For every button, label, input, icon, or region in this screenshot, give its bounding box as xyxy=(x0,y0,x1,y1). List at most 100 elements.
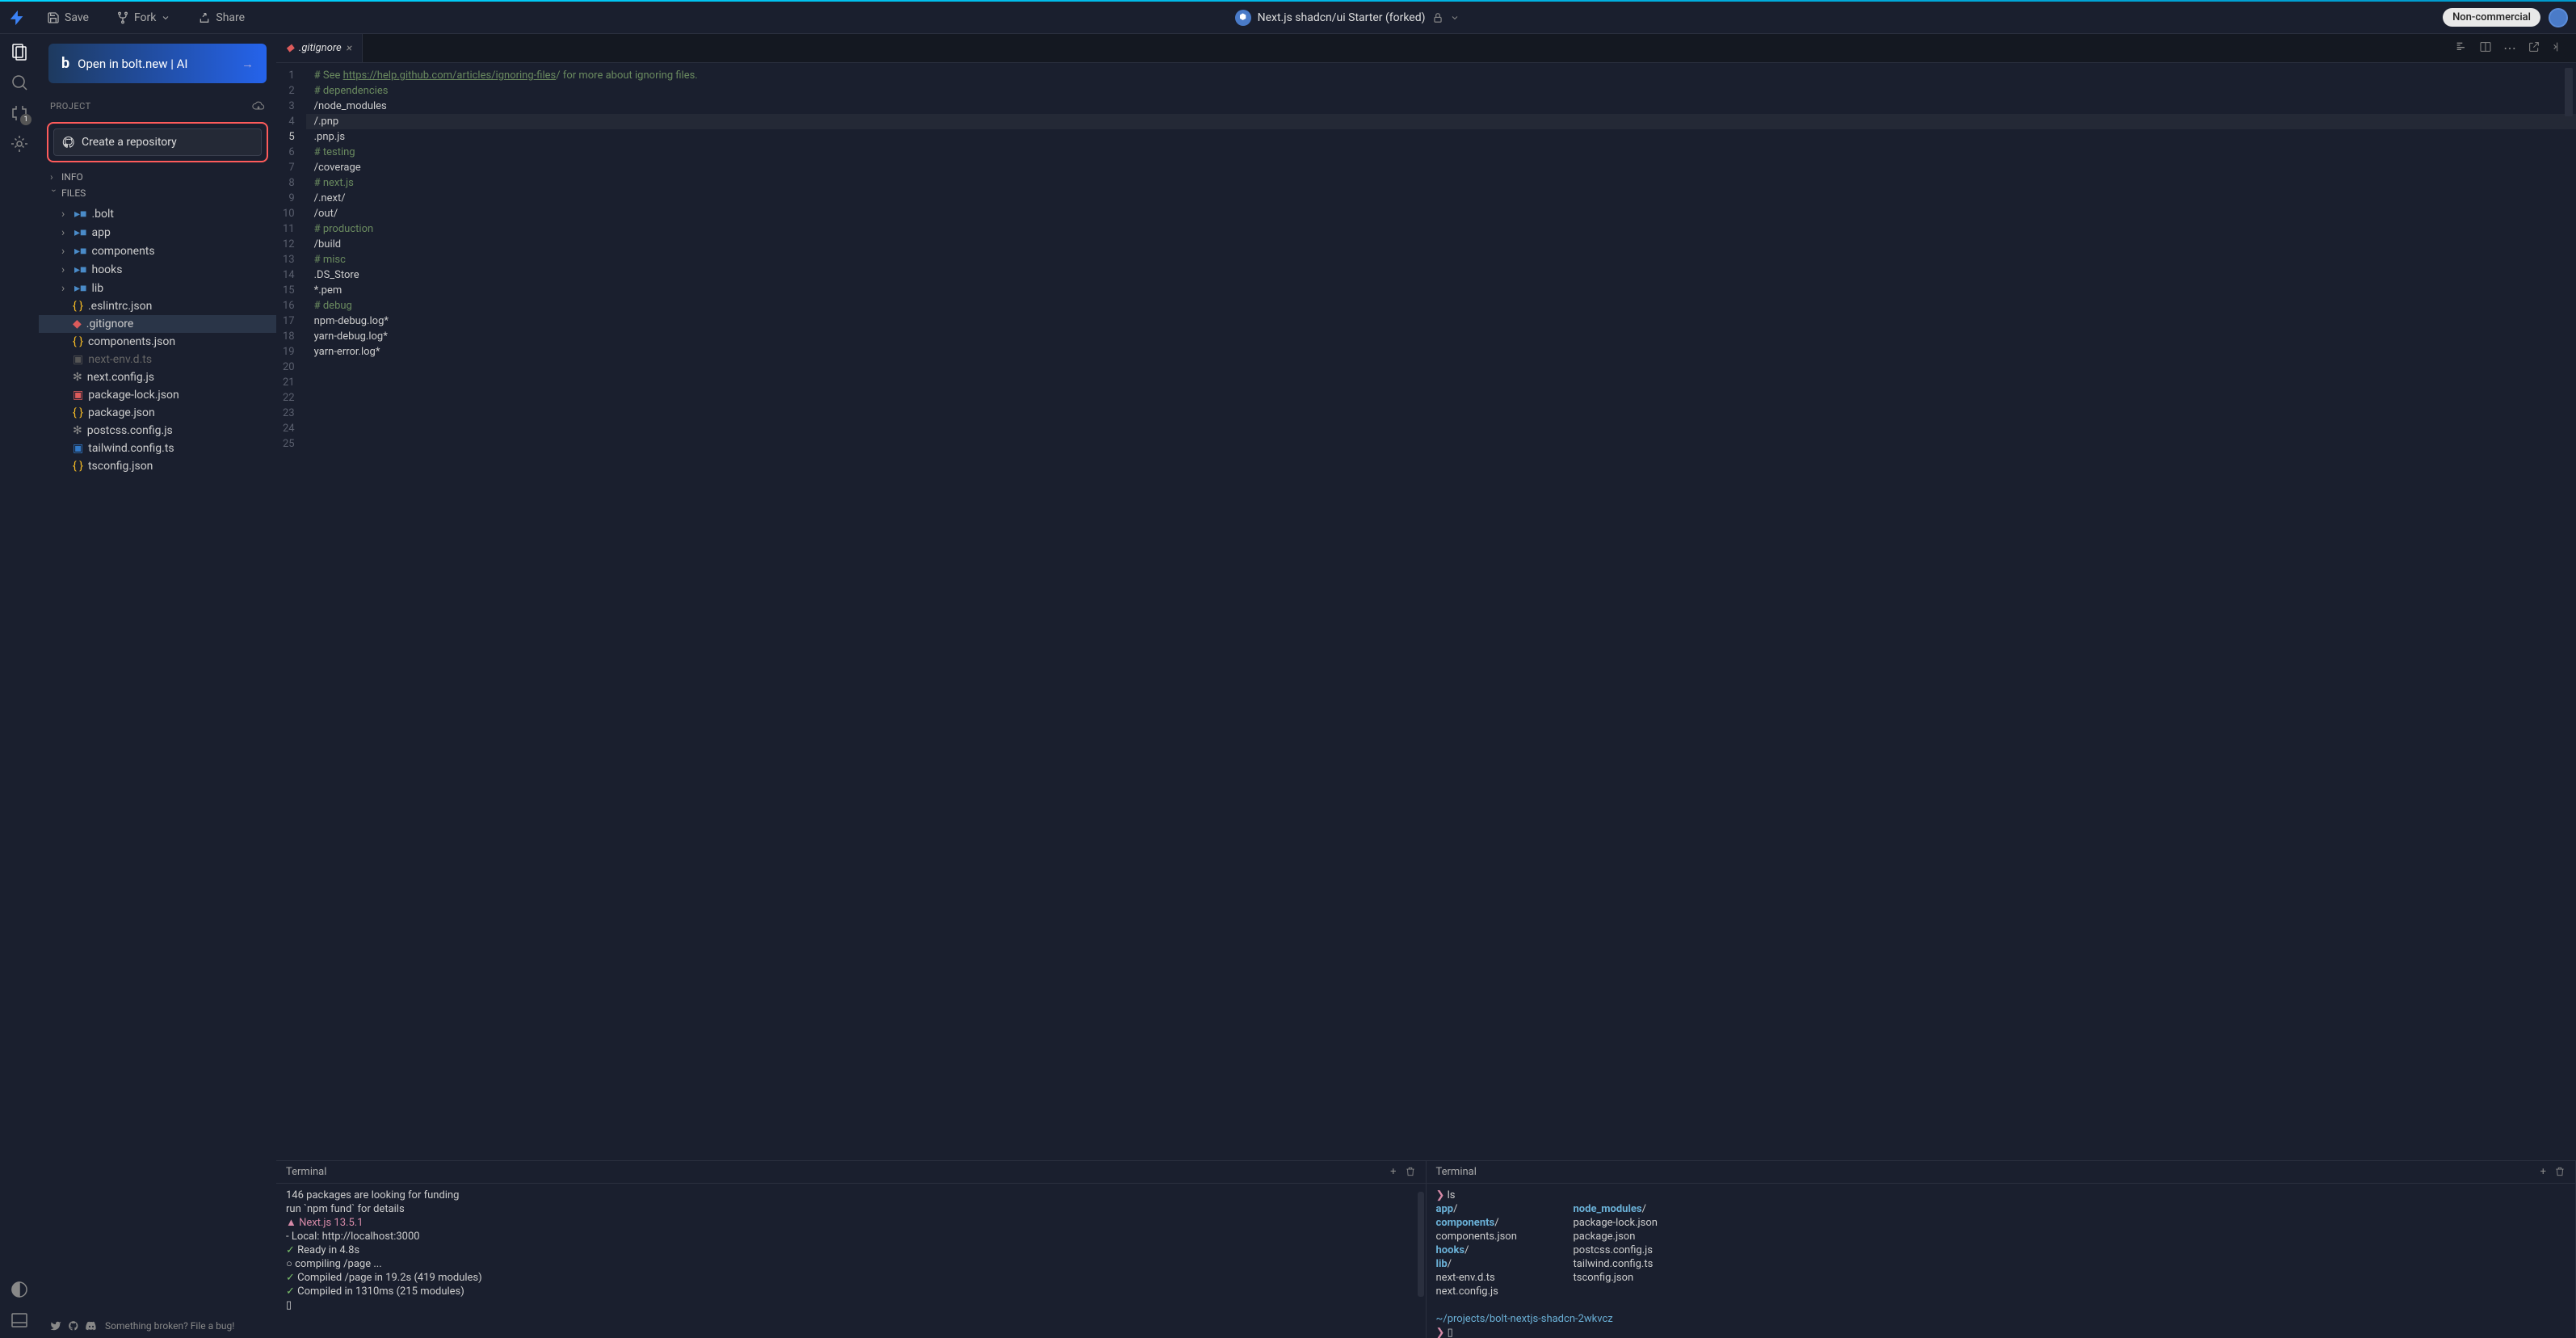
chevron-down-icon xyxy=(161,13,170,23)
main-layout: 1 b Open in bolt.new | AI → PROJECT xyxy=(0,34,2576,1338)
add-terminal-icon[interactable]: + xyxy=(2540,1166,2546,1178)
file-name: next.config.js xyxy=(87,371,154,384)
tabs-row: ◆ .gitignore × ⋯ xyxy=(276,34,2576,63)
activity-bar: 1 xyxy=(0,34,39,1338)
share-button[interactable]: Share xyxy=(191,8,251,27)
folder-item[interactable]: › ▸■ lib xyxy=(39,279,276,297)
open-new-icon[interactable] xyxy=(2528,40,2540,56)
file-item[interactable]: ◆.gitignore xyxy=(39,315,276,333)
terminal-right-header: Terminal + xyxy=(1427,1161,2576,1184)
search-icon[interactable] xyxy=(10,73,29,92)
file-item[interactable]: ▣package-lock.json xyxy=(39,386,276,404)
file-name: tailwind.config.ts xyxy=(88,442,174,455)
file-name: .eslintrc.json xyxy=(88,300,152,313)
terminal-left-body[interactable]: 146 packages are looking for funding run… xyxy=(276,1184,1426,1338)
file-item[interactable]: { }package.json xyxy=(39,404,276,422)
chevron-right-icon: › xyxy=(61,282,69,295)
explorer-icon[interactable] xyxy=(10,42,29,61)
github-icon xyxy=(62,136,75,149)
settings-icon[interactable] xyxy=(10,134,29,154)
panel-icon[interactable] xyxy=(10,1311,29,1330)
file-item[interactable]: ✻postcss.config.js xyxy=(39,422,276,440)
folder-icon: ▸■ xyxy=(74,244,86,258)
folder-name: app xyxy=(91,226,110,239)
fork-icon xyxy=(116,11,129,24)
folder-item[interactable]: ›▸■.bolt xyxy=(39,204,276,223)
file-item[interactable]: { }.eslintrc.json xyxy=(39,297,276,315)
github-footer-icon[interactable] xyxy=(68,1320,79,1332)
folder-name: hooks xyxy=(91,263,122,276)
tab-label: .gitignore xyxy=(299,42,342,54)
twitter-icon[interactable] xyxy=(50,1320,61,1332)
fork-button[interactable]: Fork xyxy=(110,8,177,27)
arrow-right-icon: → xyxy=(242,57,254,71)
files-section-header[interactable]: › FILES xyxy=(39,185,276,201)
license-badge[interactable]: Non-commercial xyxy=(2443,8,2540,27)
close-icon[interactable]: × xyxy=(347,42,352,55)
create-repository-button[interactable]: Create a repository xyxy=(53,128,262,156)
save-button[interactable]: Save xyxy=(40,8,95,27)
chevron-right-icon: › xyxy=(61,263,69,276)
folder-item[interactable]: ›▸■app xyxy=(39,223,276,242)
editor-area: ◆ .gitignore × ⋯ 12345678910111213141516… xyxy=(276,34,2576,1338)
sidebar: b Open in bolt.new | AI → PROJECT Create… xyxy=(39,34,276,1338)
file-bug-link[interactable]: Something broken? File a bug! xyxy=(105,1320,234,1332)
file-name: next-env.d.ts xyxy=(88,353,152,366)
open-in-bolt-banner[interactable]: b Open in bolt.new | AI → xyxy=(48,44,267,83)
folder-item[interactable]: › ▸■ hooks xyxy=(39,260,276,279)
editor-content[interactable]: 1234567891011121314151617181920212223242… xyxy=(276,63,2576,1160)
user-avatar[interactable] xyxy=(2549,8,2568,27)
delete-terminal-icon[interactable] xyxy=(2554,1166,2565,1178)
folder-icon: ▸■ xyxy=(74,263,86,276)
info-section-header[interactable]: › INFO xyxy=(39,169,276,185)
file-name: postcss.config.js xyxy=(87,424,173,437)
collapse-icon[interactable] xyxy=(2552,40,2565,56)
bolt-banner-label: Open in bolt.new | AI xyxy=(78,57,187,71)
split-editor-icon[interactable] xyxy=(2479,40,2492,56)
chevron-right-icon: › xyxy=(61,245,69,258)
minimap-scrollbar[interactable] xyxy=(2565,68,2573,116)
titlebar: Save Fork Share ⬢ Next.js shadcn/ui Star… xyxy=(0,2,2576,34)
fork-label: Fork xyxy=(134,11,156,24)
project-title[interactable]: Next.js shadcn/ui Starter (forked) xyxy=(1258,11,1426,24)
file-tree: ›▸■.bolt›▸■app›▸■components›▸■hooks›▸■li… xyxy=(39,201,276,478)
files-label: FILES xyxy=(61,187,86,199)
file-item[interactable]: { }tsconfig.json xyxy=(39,457,276,475)
tab-gitignore[interactable]: ◆ .gitignore × xyxy=(276,34,363,62)
ports-icon[interactable]: 1 xyxy=(10,103,29,123)
folder-name: components xyxy=(91,245,154,258)
share-label: Share xyxy=(216,11,245,24)
file-item[interactable]: ▣next-env.d.ts xyxy=(39,351,276,368)
file-item[interactable]: ▣tailwind.config.ts xyxy=(39,440,276,457)
bolt-logo-icon[interactable] xyxy=(8,9,26,27)
git-icon: ◆ xyxy=(286,42,294,54)
project-label: PROJECT xyxy=(50,101,91,112)
terminal-scrollbar[interactable] xyxy=(1418,1192,1424,1297)
file-item[interactable]: ✻next.config.js xyxy=(39,368,276,386)
folder-icon: ▸■ xyxy=(74,281,86,295)
folder-name: .bolt xyxy=(91,208,114,221)
owner-avatar-icon: ⬢ xyxy=(1235,10,1251,26)
file-name: package.json xyxy=(88,406,155,419)
folder-item[interactable]: › ▸■ components xyxy=(39,242,276,260)
code-body[interactable]: # See https://help.github.com/articles/i… xyxy=(306,63,2576,1160)
terminal-right-body[interactable]: ❯ lsapp/node_modules/components/package-… xyxy=(1427,1184,2576,1338)
cloud-icon[interactable] xyxy=(252,99,265,112)
folder-name: lib xyxy=(91,282,103,295)
prettier-icon[interactable] xyxy=(2455,40,2468,56)
terminal-left-label: Terminal xyxy=(286,1166,326,1178)
theme-icon[interactable] xyxy=(10,1280,29,1299)
file-item[interactable]: { }components.json xyxy=(39,333,276,351)
tabs-actions: ⋯ xyxy=(2455,40,2576,56)
chevron-right-icon: › xyxy=(61,226,69,239)
file-name: tsconfig.json xyxy=(88,460,153,473)
more-icon[interactable]: ⋯ xyxy=(2503,40,2516,56)
lock-icon[interactable] xyxy=(1432,12,1443,23)
add-terminal-icon[interactable]: + xyxy=(1390,1166,1396,1178)
discord-icon[interactable] xyxy=(86,1320,97,1332)
chevron-down-icon[interactable] xyxy=(1450,13,1460,23)
project-header: PROJECT xyxy=(39,93,276,119)
terminal-right-label: Terminal xyxy=(1436,1166,1477,1178)
delete-terminal-icon[interactable] xyxy=(1405,1166,1416,1178)
save-icon xyxy=(47,11,60,24)
